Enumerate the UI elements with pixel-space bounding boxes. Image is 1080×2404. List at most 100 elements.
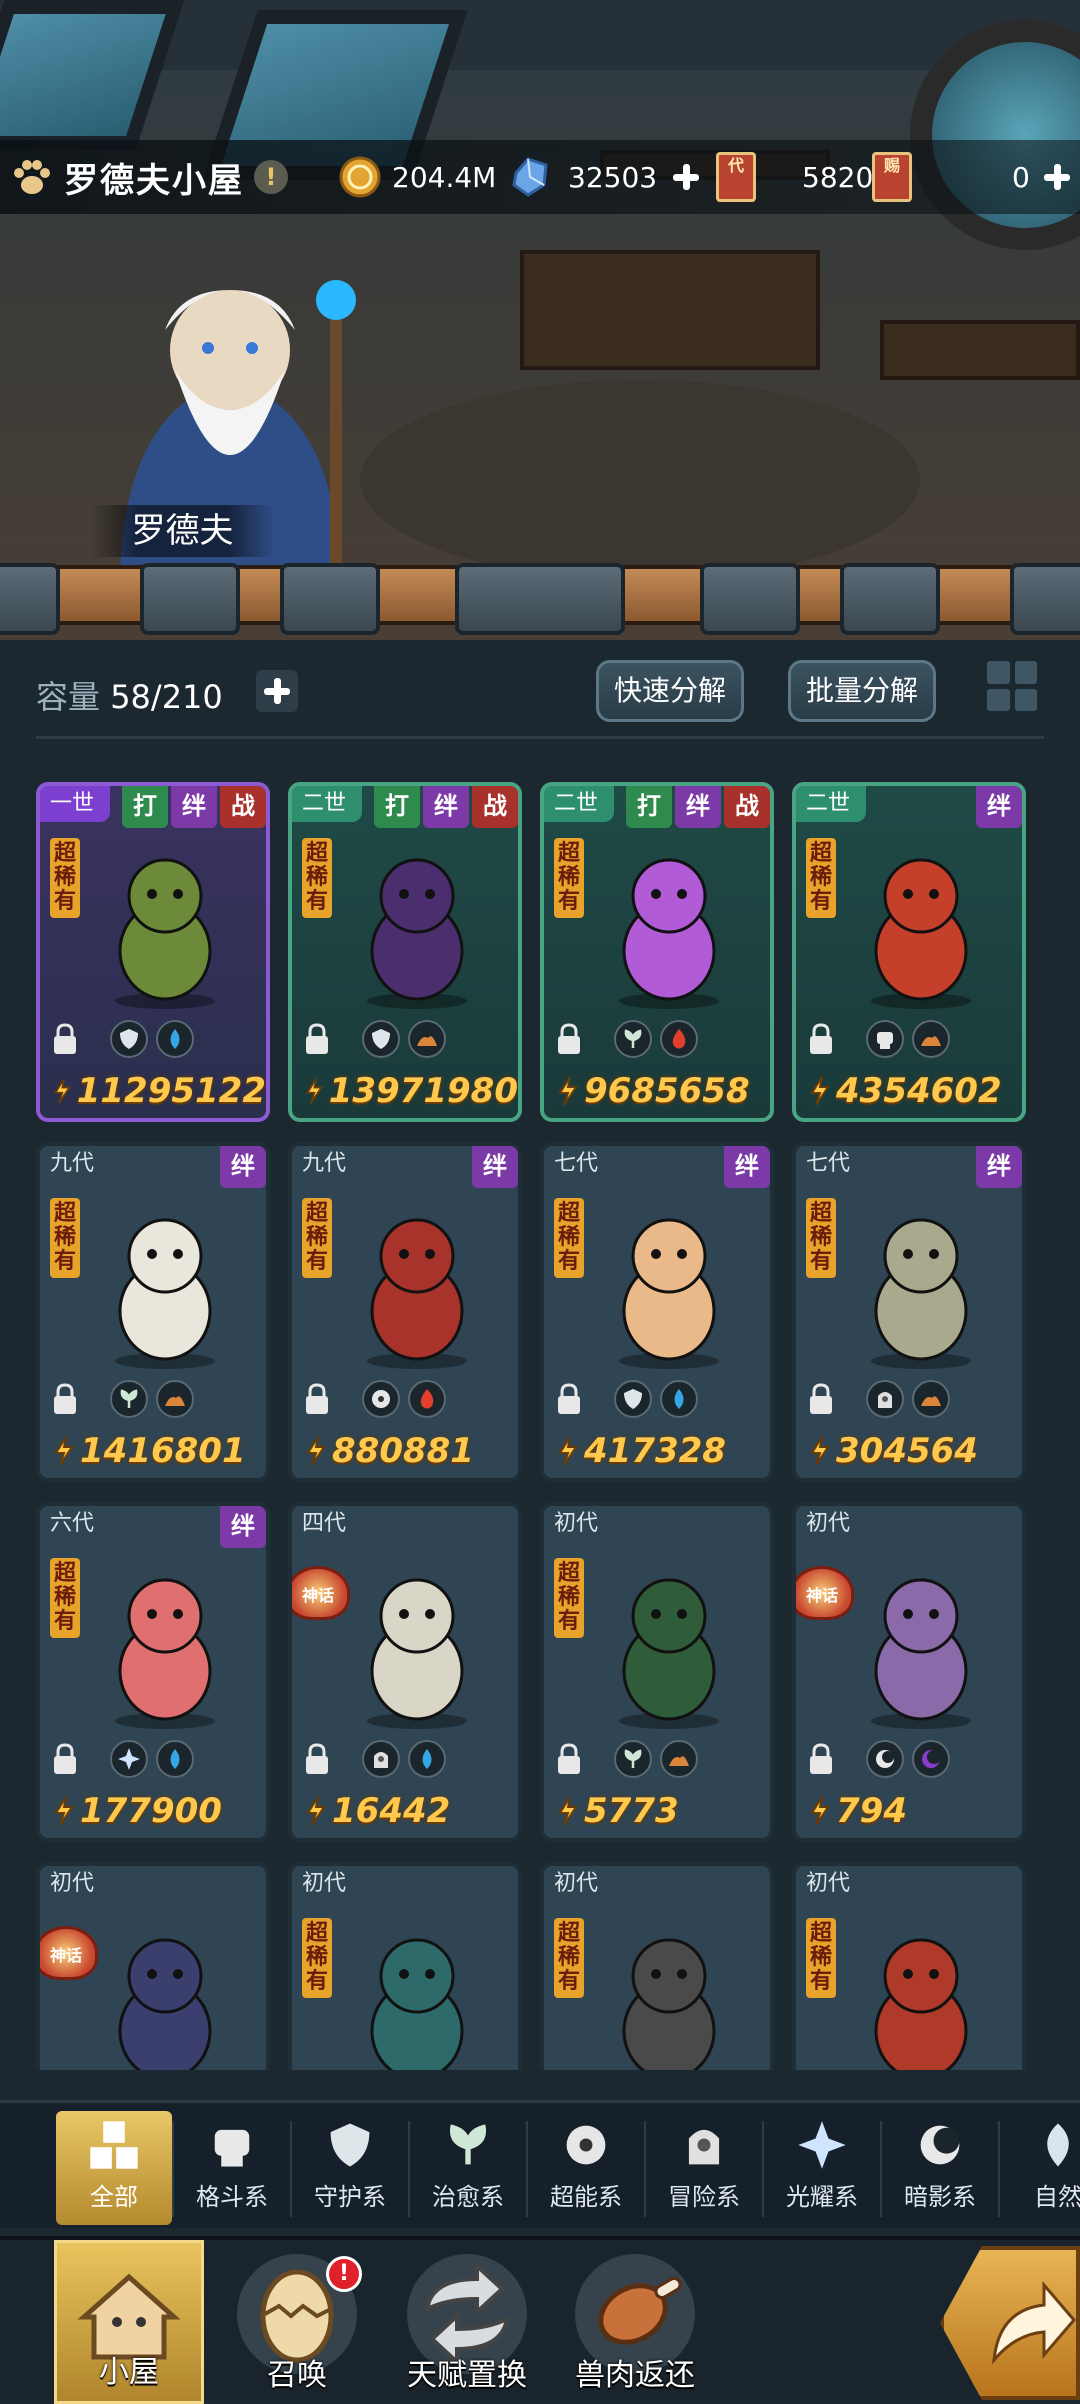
capacity-text: 容量: [36, 678, 101, 716]
category-fist[interactable]: 格斗系: [174, 2111, 290, 2225]
pet-card[interactable]: 初代 超稀有: [288, 1862, 522, 2070]
category-label: 自然: [1034, 2183, 1080, 2211]
tag-row: 绊: [976, 786, 1022, 828]
category-nature[interactable]: 自然: [1000, 2111, 1080, 2225]
creature-portrait: [871, 1578, 971, 1729]
category-divider: [880, 2121, 882, 2217]
lock-icon[interactable]: [302, 1742, 332, 1776]
psychic-icon: [362, 1380, 400, 1418]
lock-icon[interactable]: [50, 1742, 80, 1776]
trait-tag: 绊: [724, 1146, 770, 1188]
pet-card[interactable]: 初代 超稀有 5773: [540, 1502, 774, 1842]
fire-icon: [408, 1380, 446, 1418]
category-leaf[interactable]: 治愈系: [410, 2111, 526, 2225]
pet-card[interactable]: 一世打绊战超稀有 11295122: [36, 782, 270, 1122]
category-adventure[interactable]: 冒险系: [646, 2111, 762, 2225]
creature-portrait: [367, 1578, 467, 1729]
expand-capacity-button[interactable]: [256, 670, 298, 712]
round-rug: [360, 380, 920, 580]
capacity-label: 容量 58/210: [36, 672, 223, 718]
pet-card[interactable]: 六代 绊超稀有 177900: [36, 1502, 270, 1842]
pet-card[interactable]: 七代 绊超稀有 304564: [792, 1142, 1026, 1482]
category-label: 冒险系: [668, 2183, 740, 2211]
skylight-window: [0, 0, 185, 150]
cottage-scene: 罗德夫: [0, 0, 1080, 640]
plus-icon: [258, 672, 296, 710]
power-number: 11295122: [76, 1071, 266, 1111]
generation-label: 九代: [302, 1151, 347, 1176]
lock-icon[interactable]: [554, 1742, 584, 1776]
power-icon: [54, 1436, 74, 1466]
nav-label: 天赋置换: [407, 2358, 527, 2393]
category-shield[interactable]: 守护系: [292, 2111, 408, 2225]
pet-card[interactable]: 九代 绊超稀有 880881: [288, 1142, 522, 1482]
category-light[interactable]: 光耀系: [764, 2111, 880, 2225]
light-icon: [110, 1740, 148, 1778]
lock-icon[interactable]: [806, 1382, 836, 1416]
lock-icon[interactable]: [554, 1022, 584, 1056]
pet-card[interactable]: 四代 神话 16442: [288, 1502, 522, 1842]
pet-card[interactable]: 初代 超稀有: [540, 1862, 774, 2070]
lock-icon[interactable]: [806, 1022, 836, 1056]
creature-portrait: [115, 1218, 215, 1369]
category-blocks[interactable]: 全部: [56, 2111, 172, 2225]
type-icons: [614, 1020, 698, 1058]
power-number: 794: [836, 1791, 907, 1831]
nav-egg[interactable]: 召唤!: [222, 2240, 372, 2404]
power-number: 5773: [584, 1791, 679, 1831]
power-value: 1416801: [40, 1428, 266, 1474]
pet-card[interactable]: 初代 超稀有: [792, 1862, 1026, 2070]
lock-icon[interactable]: [50, 1382, 80, 1416]
generation-ticket-icon: 代: [716, 152, 756, 202]
summon-ticket-resource: 赐 0: [872, 152, 1076, 202]
quick-decompose-button[interactable]: 快速分解: [596, 660, 744, 722]
add-summon-ticket-button[interactable]: [1038, 158, 1076, 196]
generation-label: 七代: [806, 1151, 851, 1176]
trait-tag: 绊: [976, 786, 1022, 828]
category-psychic[interactable]: 超能系: [528, 2111, 644, 2225]
batch-decompose-button[interactable]: 批量分解: [788, 660, 936, 722]
moon-icon: [912, 1740, 950, 1778]
pet-card[interactable]: 二世打绊战超稀有 13971980: [288, 782, 522, 1122]
pet-card[interactable]: 二世打绊战超稀有 9685658: [540, 782, 774, 1122]
summon-ticket-value: 0: [1012, 160, 1030, 194]
nav-label: 小屋: [99, 2355, 159, 2390]
tag-row: 绊: [472, 1146, 518, 1188]
nav-label: 兽肉返还: [575, 2358, 695, 2393]
grid-view-icon[interactable]: [984, 658, 1040, 714]
creature-portrait: [115, 1578, 215, 1729]
lock-icon[interactable]: [302, 1382, 332, 1416]
nav-swap[interactable]: 天赋置换: [392, 2240, 542, 2404]
nav-meat[interactable]: 兽肉返还: [560, 2240, 710, 2404]
category-divider: [290, 2121, 292, 2217]
trait-tag: 战: [220, 786, 266, 828]
lock-icon[interactable]: [302, 1022, 332, 1056]
tag-row: 打绊战: [626, 786, 770, 828]
type-icons: [110, 1380, 194, 1418]
water-drop-icon: [408, 1740, 446, 1778]
power-number: 4354602: [836, 1071, 1002, 1111]
trait-tag: 打: [374, 786, 420, 828]
category-shadow[interactable]: 暗影系: [882, 2111, 998, 2225]
lock-icon[interactable]: [50, 1022, 80, 1056]
mythic-seal-badge: 神话: [796, 1566, 854, 1620]
power-icon: [305, 1078, 323, 1104]
exclamation-icon[interactable]: !: [254, 160, 288, 194]
add-crystal-button[interactable]: [667, 158, 705, 196]
pet-card[interactable]: 初代 神话 794: [792, 1502, 1026, 1842]
generation-label: 七代: [554, 1151, 599, 1176]
side-shelf: [880, 320, 1080, 380]
nav-house[interactable]: 小屋: [54, 2240, 204, 2404]
trait-tag: 打: [122, 786, 168, 828]
pet-card[interactable]: 二世 绊超稀有 4354602: [792, 782, 1026, 1122]
adventure-icon: [676, 2117, 732, 2173]
gold-resource: 204.4M: [338, 152, 496, 202]
pet-card[interactable]: 九代 绊超稀有 1416801: [36, 1142, 270, 1482]
lock-icon[interactable]: [554, 1382, 584, 1416]
pet-card[interactable]: 七代 绊超稀有 417328: [540, 1142, 774, 1482]
trait-tag: 绊: [472, 1146, 518, 1188]
lock-icon[interactable]: [806, 1742, 836, 1776]
pet-card[interactable]: 初代 神话: [36, 1862, 270, 2070]
power-icon: [306, 1796, 326, 1826]
mythic-seal-badge: 神话: [40, 1926, 98, 1980]
